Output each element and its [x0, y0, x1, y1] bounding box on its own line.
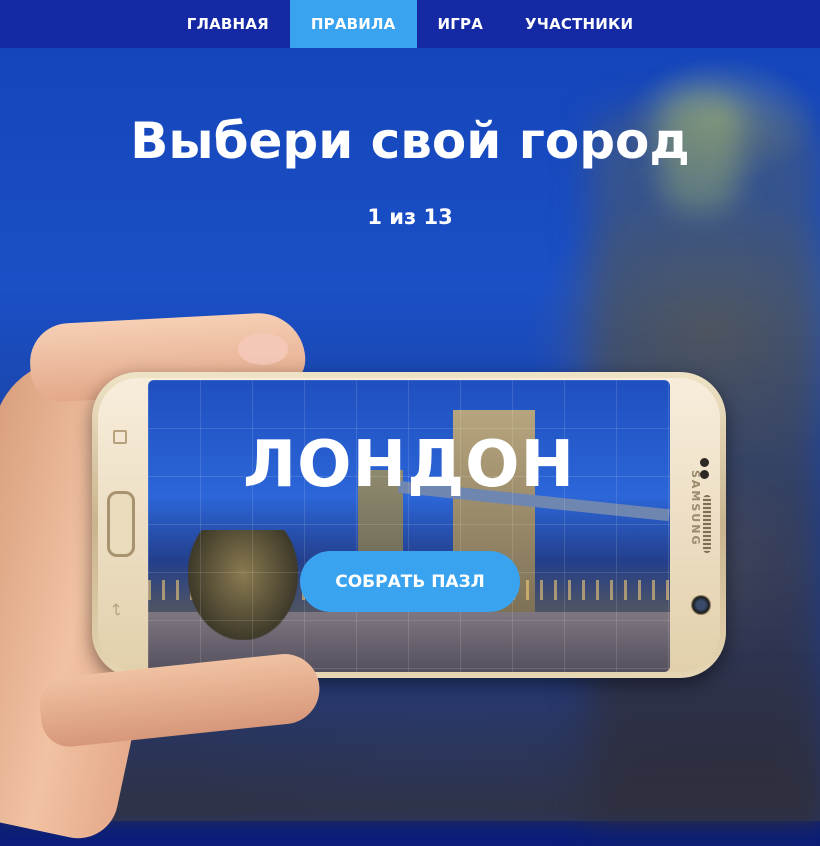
- page-title: Выбери свой город: [130, 112, 690, 170]
- city-name: ЛОНДОН: [242, 428, 576, 502]
- recent-apps-icon: [113, 430, 127, 444]
- city-card-image[interactable]: [148, 380, 670, 672]
- nav-item-rules[interactable]: ПРАВИЛА: [289, 0, 417, 48]
- nav-item-home[interactable]: ГЛАВНАЯ: [166, 0, 290, 48]
- assemble-puzzle-button[interactable]: СОБРАТЬ ПАЗЛ: [300, 551, 520, 612]
- back-icon: ↩: [107, 602, 127, 617]
- home-button: [107, 491, 135, 557]
- nav-item-game[interactable]: ИГРА: [417, 0, 505, 48]
- nav-item-participants[interactable]: УЧАСТНИКИ: [504, 0, 654, 48]
- city-counter: 1 из 13: [367, 205, 453, 229]
- phone-brand-label: SAMSUNG: [689, 470, 702, 547]
- speaker-grille: [703, 495, 711, 553]
- thumb-nail: [238, 333, 288, 365]
- front-camera-icon: [691, 595, 711, 615]
- top-nav: ГЛАВНАЯ ПРАВИЛА ИГРА УЧАСТНИКИ: [0, 0, 820, 48]
- puzzle-grid-overlay: [148, 380, 670, 672]
